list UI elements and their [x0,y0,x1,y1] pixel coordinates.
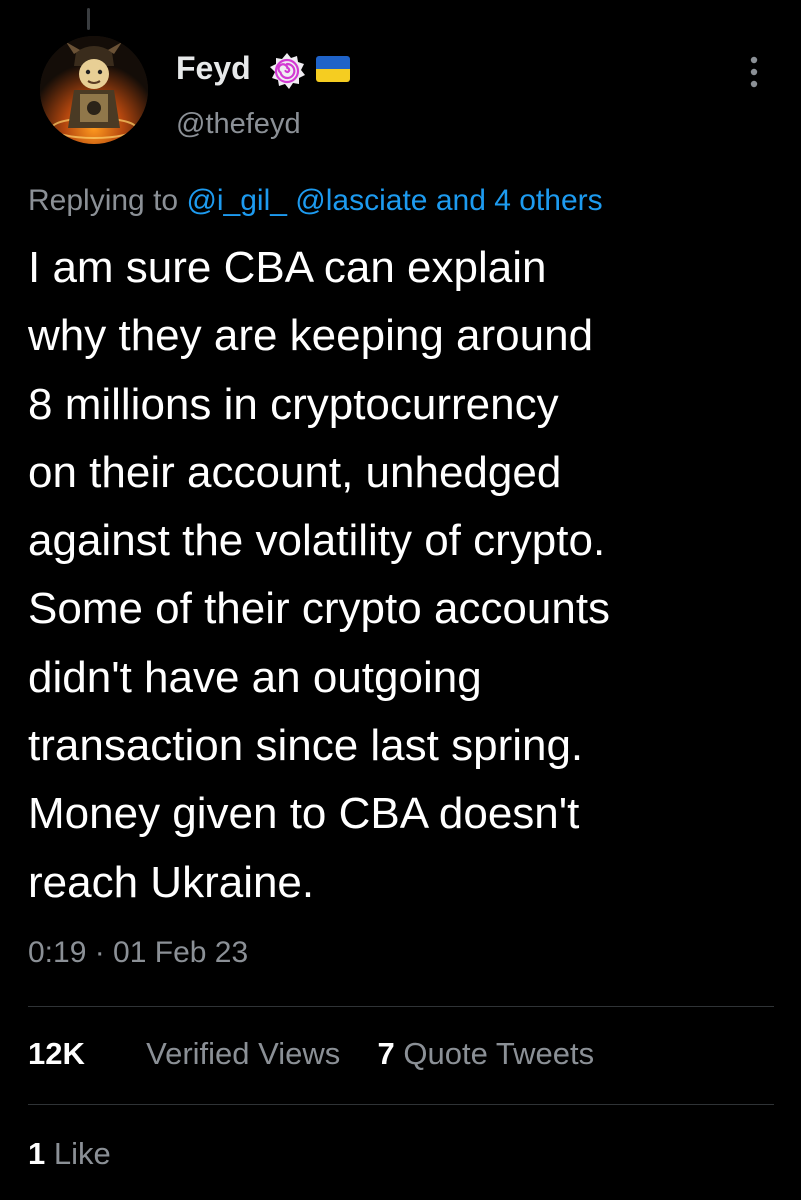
divider [28,1006,774,1007]
likes-label[interactable]: Like [54,1136,111,1171]
spiral-badge-icon [268,52,306,90]
tweet-text-line: against the volatility of crypto. [28,516,606,566]
views-label: Verified Views [146,1036,341,1071]
quote-tweets-label[interactable]: Quote Tweets [403,1036,594,1071]
tweet-text-line: didn't have an outgoing [28,652,482,702]
avatar-image [40,36,148,144]
quote-tweets-count[interactable]: 7 [378,1036,395,1071]
tweet-text-line: Money given to CBA doesn't [28,789,580,839]
likes-count[interactable]: 1 [28,1136,45,1171]
ukraine-flag-icon [316,56,350,82]
avatar[interactable] [40,36,148,144]
tweet-timestamp[interactable]: 0:19 · 01 Feb 23 [28,936,248,970]
tweet-text-line: why they are keeping around [28,311,594,361]
tweet-stats: 12K Verified Views 7 Quote Tweets [28,1036,594,1072]
mention-link[interactable]: @lasciate [295,184,427,217]
mention-link[interactable]: @i_gil_ [186,184,287,217]
likes-stat[interactable]: 1 Like [28,1136,111,1172]
replying-to-line: Replying to @i_gil_ @lasciate and 4 othe… [28,184,603,218]
replying-to-label: Replying to [28,184,179,217]
tweet-text-line: 8 millions in cryptocurrency [28,379,559,429]
tweet-text-line: Some of their crypto accounts [28,584,611,634]
tweet-text-line: I am sure CBA can explain [28,243,547,292]
tweet-text-line: transaction since last spring. [28,721,584,771]
divider [28,1104,774,1105]
tweet-text: I am sure CBA can explain why they are k… [28,234,788,917]
more-options-icon[interactable] [742,52,766,92]
author-display-name[interactable]: Feyd [176,50,251,87]
tweet-text-line: on their account, unhedged [28,447,562,497]
tweet-text-line: reach Ukraine. [28,857,315,907]
author-handle[interactable]: @thefeyd [176,108,301,141]
thread-connector-line [87,8,90,30]
others-link[interactable]: and 4 others [436,184,603,217]
views-count: 12K [28,1036,85,1071]
